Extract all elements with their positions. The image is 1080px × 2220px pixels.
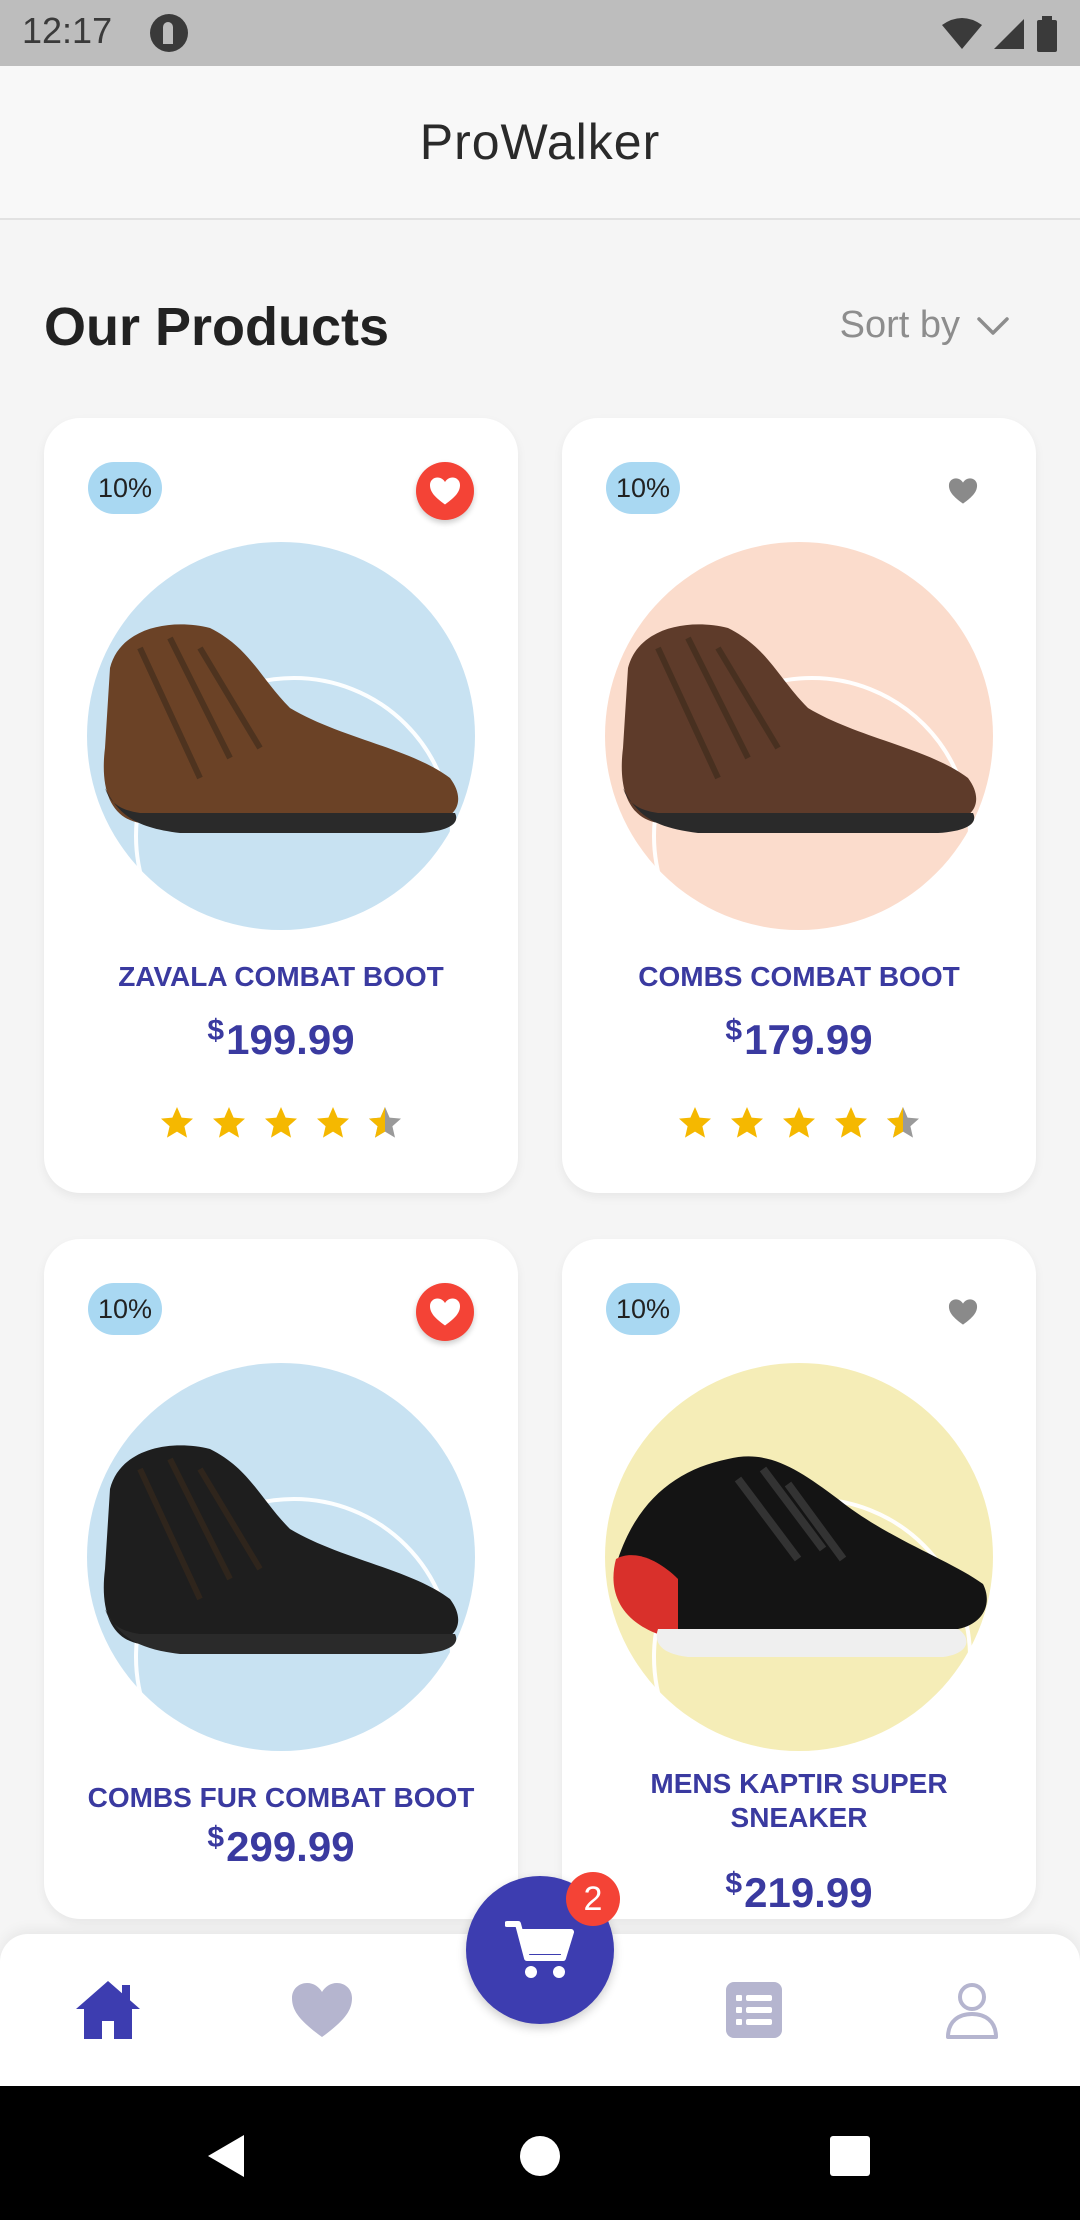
- product-card[interactable]: 10% COMBS COMBAT BOOT $179.99: [562, 418, 1036, 1193]
- product-name: COMBS COMBAT BOOT: [638, 961, 960, 992]
- star-icon: [886, 1106, 920, 1140]
- heart-icon: [429, 475, 461, 507]
- star-icon: [264, 1106, 298, 1140]
- product-image[interactable]: [80, 588, 480, 868]
- heart-icon: [948, 476, 978, 506]
- cart-icon: [505, 1921, 574, 1978]
- star-icon: [678, 1106, 712, 1140]
- home-icon: [76, 1981, 140, 2039]
- status-time: 12:17: [22, 10, 113, 51]
- section-title: Our Products: [44, 297, 390, 357]
- system-nav-bar: [0, 2086, 1080, 2220]
- price-value: 179.99: [744, 1016, 873, 1063]
- home-system-button[interactable]: [510, 2126, 570, 2186]
- heart-icon: [429, 1296, 461, 1328]
- app-title: ProWalker: [419, 114, 661, 170]
- product-name: COMBS FUR COMBAT BOOT: [87, 1782, 475, 1813]
- heart-icon: [948, 1297, 978, 1327]
- price-value: 199.99: [226, 1016, 355, 1063]
- wifi-icon: [942, 18, 982, 49]
- price-value: 219.99: [744, 1869, 873, 1916]
- star-icon: [730, 1106, 764, 1140]
- product-price: $299.99: [44, 1821, 518, 1871]
- product-image[interactable]: [598, 1409, 998, 1689]
- favorite-button[interactable]: [934, 462, 992, 520]
- status-bar: 12:17: [0, 0, 1080, 66]
- nav-favorites[interactable]: [282, 1970, 362, 2050]
- price-currency: $: [725, 1867, 743, 1900]
- signal-icon: [994, 19, 1024, 49]
- rating-stars: [562, 1106, 1036, 1140]
- star-icon: [316, 1106, 350, 1140]
- product-name: ZAVALA COMBAT BOOT: [118, 961, 444, 992]
- nav-profile[interactable]: [932, 1970, 1012, 2050]
- favorite-button[interactable]: [416, 462, 474, 520]
- product-name: MENS KAPTIR SUPER SNEAKER: [650, 1768, 948, 1833]
- nav-home[interactable]: [68, 1970, 148, 2050]
- favorite-button[interactable]: [934, 1283, 992, 1341]
- product-image[interactable]: [80, 1409, 480, 1689]
- product-price: $179.99: [562, 1014, 1036, 1064]
- list-icon: [726, 1982, 782, 2038]
- product-price: $199.99: [44, 1014, 518, 1064]
- discount-badge: 10%: [88, 462, 162, 514]
- chevron-down-icon: [977, 316, 1009, 335]
- app-bar: ProWalker: [0, 66, 1080, 220]
- status-icons: [942, 14, 1058, 54]
- discount-badge: 10%: [606, 462, 680, 514]
- profile-icon: [946, 1983, 998, 2039]
- product-card[interactable]: 10% ZAVALA COMBAT BOOT $199.99: [44, 418, 518, 1193]
- circle-home-icon: [520, 2136, 560, 2176]
- price-currency: $: [725, 1014, 743, 1047]
- cart-count-badge: 2: [566, 1872, 620, 1926]
- price-currency: $: [207, 1821, 225, 1854]
- sort-by-button[interactable]: Sort by: [840, 304, 1010, 347]
- star-icon: [160, 1106, 194, 1140]
- star-icon: [212, 1106, 246, 1140]
- star-icon: [782, 1106, 816, 1140]
- price-value: 299.99: [226, 1823, 355, 1870]
- heart-icon: [292, 1983, 352, 2037]
- discount-badge: 10%: [88, 1283, 162, 1335]
- recents-button[interactable]: [820, 2126, 880, 2186]
- nav-orders[interactable]: [714, 1970, 794, 2050]
- product-card[interactable]: 10% COMBS FUR COMBAT BOOT $299.99: [44, 1239, 518, 1919]
- app-notification-icon: [150, 14, 188, 52]
- product-price: $219.99: [562, 1867, 1036, 1917]
- favorite-button[interactable]: [416, 1283, 474, 1341]
- price-currency: $: [207, 1014, 225, 1047]
- battery-icon: [1037, 16, 1057, 52]
- product-image[interactable]: [598, 588, 998, 868]
- rating-stars: [44, 1106, 518, 1140]
- product-card[interactable]: 10% MENS KAPTIR SUPER SNEAKER $219.99: [562, 1239, 1036, 1919]
- star-icon: [834, 1106, 868, 1140]
- discount-badge: 10%: [606, 1283, 680, 1335]
- back-button[interactable]: [196, 2126, 256, 2186]
- square-recents-icon: [830, 2136, 870, 2176]
- sort-by-label: Sort by: [839, 304, 960, 346]
- star-icon: [368, 1106, 402, 1140]
- back-icon: [208, 2135, 244, 2177]
